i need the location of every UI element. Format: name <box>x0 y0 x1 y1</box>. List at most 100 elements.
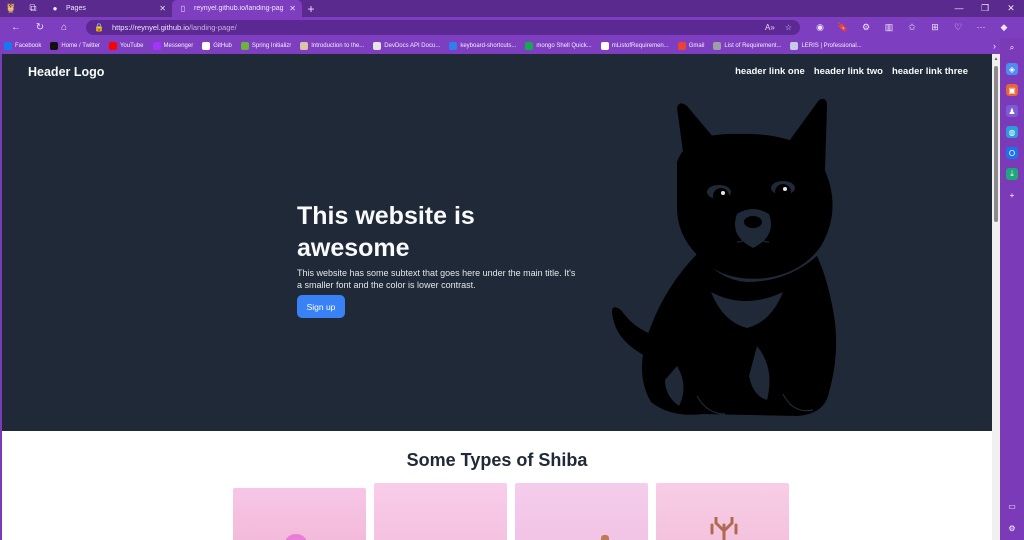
card-image <box>285 534 307 540</box>
new-tab-button[interactable]: + <box>302 2 320 16</box>
bookmark-item[interactable]: DevDocs API Docu... <box>373 42 440 50</box>
header-logo[interactable]: Header Logo <box>28 65 104 79</box>
bookmark-item[interactable]: Facebook <box>4 42 41 50</box>
scroll-up-icon[interactable]: ▲ <box>993 56 999 62</box>
shiba-card-1[interactable] <box>233 488 366 540</box>
bookmark-favicon-icon <box>108 42 117 50</box>
bookmark-label: List of Requirement... <box>724 43 782 49</box>
bookmark-item[interactable]: keyboard-shortcuts... <box>449 42 516 50</box>
favorites-icon[interactable]: ✩ <box>904 20 920 35</box>
bookmark-item[interactable]: Home / Twitter <box>50 42 100 50</box>
microsoft-365-icon[interactable]: ◍ <box>1006 126 1018 138</box>
scrollbar-thumb[interactable] <box>994 66 998 222</box>
github-icon: ● <box>52 4 58 13</box>
bookmark-item[interactable]: Messenger <box>152 42 194 50</box>
bookmark-item[interactable]: mongo Shell Quick... <box>525 42 592 50</box>
page-scrollbar[interactable]: ▲ <box>992 54 1000 540</box>
signup-button[interactable]: Sign up <box>297 295 345 318</box>
bookmark-favicon-icon <box>525 42 534 50</box>
bookmark-item[interactable]: YouTube <box>108 42 144 50</box>
bookmark-favicon-icon <box>50 42 59 50</box>
drop-icon[interactable]: ⤓ <box>1006 168 1018 180</box>
url-path: /landing-page/ <box>189 23 237 32</box>
bookmark-favicon-icon <box>600 42 609 50</box>
tab-landing-page[interactable]: ▯ reynyel.github.io/landing-page/ ✕ <box>172 0 302 17</box>
search-icon[interactable]: ⌕ <box>1006 42 1018 54</box>
minimize-icon[interactable]: — <box>946 3 972 14</box>
shiba-card-3[interactable] <box>515 483 648 540</box>
bookmark-favicon-icon <box>449 42 458 50</box>
header-link-two[interactable]: header link two <box>814 66 883 77</box>
bookmark-label: mListofRequiremen... <box>611 43 669 49</box>
bookmark-favicon-icon <box>4 42 12 50</box>
bookmark-label: Messenger <box>163 43 194 49</box>
section-title: Some Types of Shiba <box>406 450 588 470</box>
bookmark-favicon-icon <box>152 42 161 50</box>
bookmark-favicon-icon <box>373 42 382 50</box>
bookmark-label: Facebook <box>15 43 42 49</box>
sidebar-layout-icon[interactable]: ▭ <box>1006 500 1018 512</box>
types-section: Some Types of Shiba <box>2 431 992 540</box>
extensions-icon[interactable]: ⚙ <box>858 20 874 35</box>
bookmark-item[interactable]: List of Requirement... <box>713 42 781 50</box>
favorite-star-icon[interactable]: ☆ <box>785 23 792 32</box>
bookmark-item[interactable]: Gmail <box>677 42 705 50</box>
bookmark-item[interactable]: GitHub <box>202 42 232 50</box>
split-screen-icon[interactable]: ▥ <box>881 20 897 35</box>
bookmark-item[interactable]: Introduction to the... <box>300 42 364 50</box>
url-text[interactable]: https://reynyel.github.io/landing-page/ <box>112 23 237 32</box>
collections-icon[interactable]: ⊞ <box>927 20 943 35</box>
bookmarks-bar: Facebook Home / Twitter YouTube Messenger Gi… <box>0 38 1000 54</box>
shopping-icon[interactable]: ◈ <box>1006 63 1018 75</box>
add-sidebar-app-icon[interactable]: + <box>1006 189 1018 201</box>
bookmarks-overflow-icon[interactable]: › <box>993 41 996 51</box>
home-icon[interactable]: ⌂ <box>54 19 74 36</box>
extensions-area: ◉ 🔖 ⚙ ▥ ✩ ⊞ ♡ ⋯ ◆ <box>812 20 1012 35</box>
restore-icon[interactable]: ❐ <box>972 3 998 14</box>
read-aloud-icon[interactable]: A» <box>765 23 775 32</box>
profile-avatar[interactable]: 🦉 <box>0 0 22 17</box>
refresh-icon[interactable]: ↻ <box>30 19 50 36</box>
lock-icon[interactable]: 🔒 <box>94 23 104 32</box>
heart-icon[interactable]: ♡ <box>950 20 966 35</box>
bookmark-label: Gmail <box>688 43 705 49</box>
tab-title: Pages <box>66 5 86 12</box>
extension-bookmark-icon[interactable]: 🔖 <box>835 20 851 35</box>
bookmark-label: Introduction to the... <box>311 43 365 49</box>
bookmark-label: GitHub <box>213 43 232 49</box>
tab-strip: 🦉 ⧉ ● Pages ✕ ▯ reynyel.github.io/landin… <box>0 0 1024 17</box>
bookmark-item[interactable]: mListofRequiremen... <box>600 42 669 50</box>
page-viewport: Header Logo header link one header link … <box>2 54 992 540</box>
close-tab-icon[interactable]: ✕ <box>159 4 166 13</box>
copilot-icon[interactable]: ◆ <box>996 20 1012 35</box>
back-icon[interactable]: ← <box>6 19 26 36</box>
bookmark-favicon-icon <box>202 42 211 50</box>
bookmark-favicon-icon <box>240 42 249 50</box>
toolbar: ← ↻ ⌂ 🔒 https://reynyel.github.io/landin… <box>0 17 1024 38</box>
bookmark-label: YouTube <box>119 43 144 49</box>
menu-icon[interactable]: ⋯ <box>973 20 989 35</box>
header-link-three[interactable]: header link three <box>892 66 968 77</box>
bookmark-item[interactable]: LERIS | Professional... <box>790 42 862 50</box>
sidebar-settings-icon[interactable]: ⚙ <box>1006 522 1018 534</box>
close-window-icon[interactable]: ✕ <box>998 3 1024 14</box>
shiba-card-4[interactable] <box>656 483 789 540</box>
tab-pages[interactable]: ● Pages ✕ <box>44 0 172 17</box>
outlook-icon[interactable]: O <box>1006 147 1018 159</box>
header-link-one[interactable]: header link one <box>735 66 805 77</box>
extension-shield-icon[interactable]: ◉ <box>812 20 828 35</box>
bookmark-label: LERIS | Professional... <box>801 43 862 49</box>
workspaces-icon[interactable]: ⧉ <box>22 0 44 17</box>
bookmark-item[interactable]: Spring Initializr <box>240 42 291 50</box>
bookmark-favicon-icon <box>713 42 722 50</box>
close-tab-icon[interactable]: ✕ <box>289 4 296 13</box>
bookmark-favicon-icon <box>790 42 799 50</box>
shiba-card-2[interactable] <box>374 483 507 540</box>
bookmark-label: Home / Twitter <box>61 43 100 49</box>
bookmark-favicon-icon <box>300 42 309 50</box>
header-nav: header link one header link two header l… <box>735 66 968 77</box>
page-icon: ▯ <box>180 4 186 13</box>
address-bar[interactable]: 🔒 https://reynyel.github.io/landing-page… <box>86 20 800 35</box>
tools-icon[interactable]: ▣ <box>1006 84 1018 96</box>
games-icon[interactable]: ♟ <box>1006 105 1018 117</box>
